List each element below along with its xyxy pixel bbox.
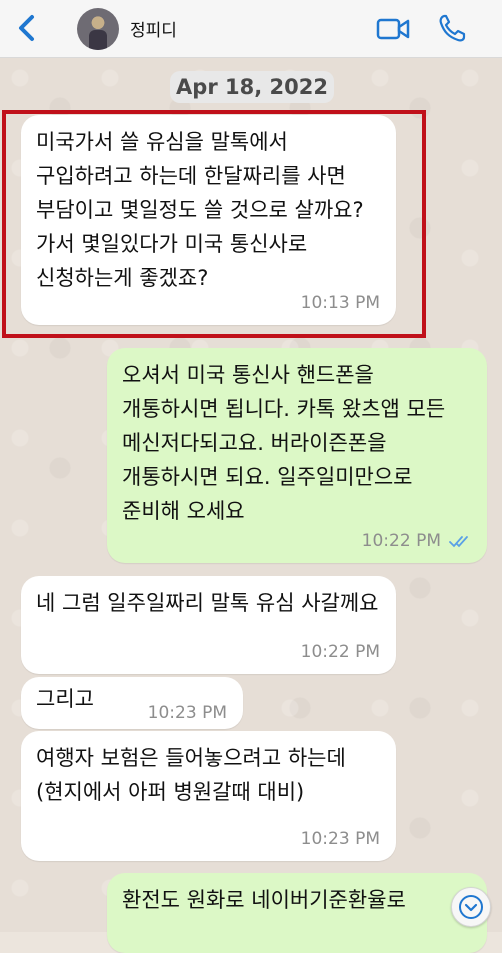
incoming-message[interactable]: 네 그럼 일주일짜리 말톡 유심 사갈께요 10:22 PM (21, 576, 396, 674)
message-time: 10:23 PM (147, 703, 227, 723)
video-camera-icon[interactable] (376, 16, 410, 42)
read-receipt-icon (449, 536, 468, 548)
message-time: 10:22 PM (300, 642, 380, 662)
chat-header: 정피디 (0, 0, 502, 58)
phone-icon[interactable] (438, 13, 466, 43)
avatar[interactable] (77, 8, 119, 50)
scroll-to-bottom-button[interactable] (451, 887, 491, 927)
message-text: 네 그럼 일주일짜리 말톡 유심 사갈께요 (36, 591, 379, 615)
message-text: 여행자 보험은 들어놓으려고 하는데(현지에서 아퍼 병원갈때 대비) (36, 746, 346, 804)
outgoing-message[interactable]: 환전도 원화로 네이버기준환율로 (107, 873, 487, 953)
chevron-down-circle-icon (459, 895, 483, 919)
incoming-message[interactable]: 미국가서 쓸 유심을 말톡에서 구입하려고 하는데 한달짜리를 사면 부담이고 … (21, 115, 396, 325)
incoming-message[interactable]: 여행자 보험은 들어놓으려고 하는데(현지에서 아퍼 병원갈때 대비) 10:2… (21, 731, 396, 861)
message-list[interactable]: Apr 18, 2022 미국가서 쓸 유심을 말톡에서 구입하려고 하는데 한… (0, 58, 502, 953)
chevron-left-icon[interactable] (12, 12, 42, 44)
message-text: 미국가서 쓸 유심을 말톡에서 구입하려고 하는데 한달짜리를 사면 부담이고 … (36, 130, 364, 290)
message-text: 오셔서 미국 통신사 핸드폰을 개통하시면 됩니다. 카톡 왔츠앱 모든 메신저… (122, 363, 446, 523)
outgoing-message[interactable]: 오셔서 미국 통신사 핸드폰을 개통하시면 됩니다. 카톡 왔츠앱 모든 메신저… (107, 348, 487, 563)
message-text: 환전도 원화로 네이버기준환율로 (122, 888, 406, 912)
date-separator: Apr 18, 2022 (170, 71, 334, 103)
message-time: 10:13 PM (300, 293, 380, 313)
message-time: 10:23 PM (300, 829, 380, 849)
contact-name[interactable]: 정피디 (130, 16, 177, 41)
message-time: 10:22 PM (361, 531, 441, 551)
incoming-message[interactable]: 그리고 10:23 PM (21, 677, 243, 729)
